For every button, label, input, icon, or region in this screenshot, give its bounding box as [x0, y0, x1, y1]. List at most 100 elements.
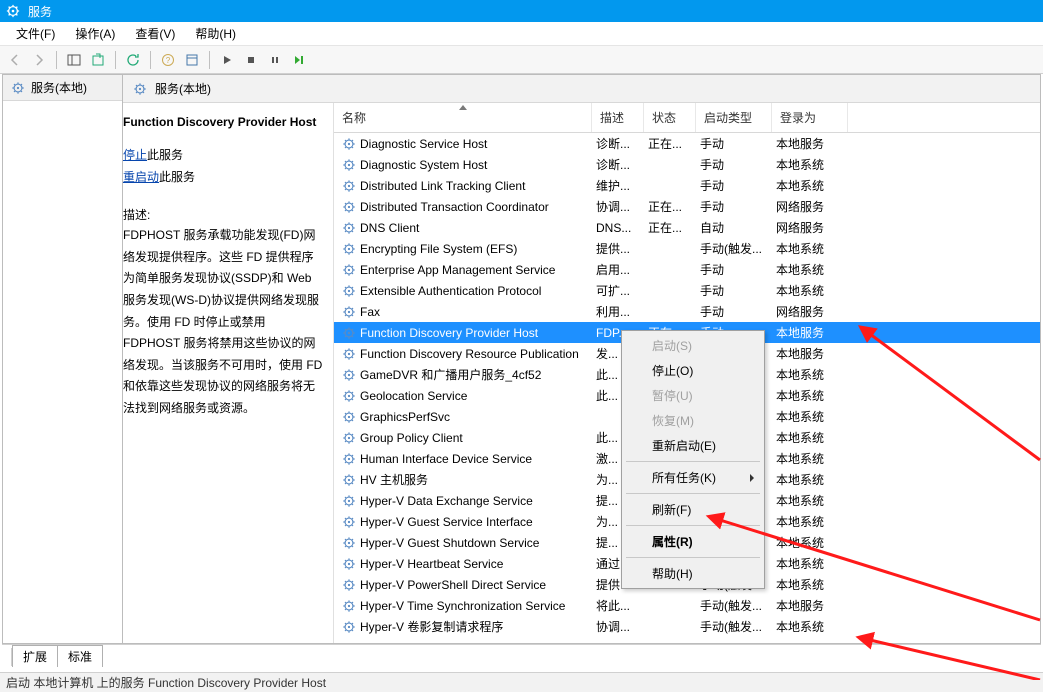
service-logon: 本地系统 [772, 576, 848, 593]
service-logon: 网络服务 [772, 198, 848, 215]
service-name: Hyper-V Time Synchronization Service [360, 599, 565, 613]
gear-icon [11, 81, 25, 95]
service-row[interactable]: Diagnostic System Host诊断...手动本地系统 [334, 154, 1040, 175]
menu-item[interactable]: 所有任务(K) [624, 465, 762, 490]
service-logon: 本地系统 [772, 387, 848, 404]
gear-icon [342, 578, 356, 592]
gear-icon [342, 263, 356, 277]
col-desc[interactable]: 描述 [592, 103, 644, 132]
service-startup: 手动(触发... [696, 597, 772, 614]
menu-item[interactable]: 刷新(F) [624, 497, 762, 522]
menu-item[interactable]: 帮助(H) [624, 561, 762, 586]
service-logon: 本地服务 [772, 597, 848, 614]
service-logon: 本地系统 [772, 450, 848, 467]
export-button[interactable] [87, 49, 109, 71]
col-startup[interactable]: 启动类型 [696, 103, 772, 132]
menu-item: 启动(S) [624, 333, 762, 358]
properties-button[interactable] [181, 49, 203, 71]
services-icon [6, 4, 20, 18]
gear-icon [342, 515, 356, 529]
statusbar-text: 启动 本地计算机 上的服务 Function Discovery Provide… [6, 674, 326, 691]
service-name: Hyper-V Heartbeat Service [360, 557, 503, 571]
gear-icon [342, 137, 356, 151]
service-row[interactable]: DNS ClientDNS...正在...自动网络服务 [334, 217, 1040, 238]
tree-pane: 服务(本地) [3, 75, 123, 643]
service-row[interactable]: Fax利用...手动网络服务 [334, 301, 1040, 322]
gear-icon [342, 368, 356, 382]
back-button[interactable] [4, 49, 26, 71]
content-pane: 服务(本地) Function Discovery Provider Host … [123, 75, 1040, 643]
show-hide-tree-button[interactable] [63, 49, 85, 71]
service-logon: 本地系统 [772, 240, 848, 257]
service-logon: 本地系统 [772, 471, 848, 488]
restart-link[interactable]: 重启动 [123, 170, 159, 184]
col-logon[interactable]: 登录为 [772, 103, 848, 132]
col-status[interactable]: 状态 [644, 103, 696, 132]
gear-icon [342, 536, 356, 550]
service-row[interactable]: Distributed Transaction Coordinator 协调...… [334, 196, 1040, 217]
service-logon: 本地系统 [772, 156, 848, 173]
service-status: 正在... [644, 198, 696, 215]
forward-button[interactable] [28, 49, 50, 71]
pause-service-button[interactable] [264, 49, 286, 71]
service-desc: 可扩... [592, 282, 644, 299]
bottom-tabs: 扩展 标准 [2, 644, 1041, 666]
service-name: Diagnostic Service Host [360, 137, 487, 151]
help-button[interactable]: ? [157, 49, 179, 71]
menu-separator [626, 493, 760, 494]
service-logon: 本地系统 [772, 429, 848, 446]
service-row[interactable]: Diagnostic Service Host诊断...正在...手动本地服务 [334, 133, 1040, 154]
menu-separator [626, 461, 760, 462]
refresh-button[interactable] [122, 49, 144, 71]
menu-help[interactable]: 帮助(H) [185, 22, 246, 45]
service-logon: 本地系统 [772, 534, 848, 551]
service-logon: 本地服务 [772, 324, 848, 341]
detail-title: Function Discovery Provider Host [123, 113, 323, 131]
service-startup: 自动 [696, 219, 772, 236]
menu-view[interactable]: 查看(V) [125, 22, 185, 45]
tab-standard[interactable]: 标准 [58, 645, 103, 667]
col-name[interactable]: 名称 [334, 103, 592, 132]
tab-extended[interactable]: 扩展 [12, 645, 58, 667]
service-row[interactable]: Distributed Link Tracking Client维护...手动本… [334, 175, 1040, 196]
tree-node-services-local[interactable]: 服务(本地) [3, 75, 122, 101]
service-startup: 手动 [696, 177, 772, 194]
service-row[interactable]: Extensible Authentication Protocol可扩...手… [334, 280, 1040, 301]
service-status: 正在... [644, 135, 696, 152]
service-logon: 本地系统 [772, 282, 848, 299]
gear-icon [342, 599, 356, 613]
stop-link[interactable]: 停止 [123, 148, 147, 162]
window-title: 服务 [28, 3, 52, 20]
menu-action[interactable]: 操作(A) [65, 22, 125, 45]
service-row[interactable]: Enterprise App Management Service启用...手动… [334, 259, 1040, 280]
service-row[interactable]: Hyper-V Time Synchronization Service将此..… [334, 595, 1040, 616]
service-logon: 本地系统 [772, 513, 848, 530]
content-header-title: 服务(本地) [155, 80, 211, 97]
service-name: Distributed Transaction Coordinator [360, 200, 549, 214]
start-service-button[interactable] [216, 49, 238, 71]
menu-item[interactable]: 重新启动(E) [624, 433, 762, 458]
service-desc: 协调... [592, 198, 644, 215]
stop-service-button[interactable] [240, 49, 262, 71]
gear-icon [342, 158, 356, 172]
menu-file[interactable]: 文件(F) [6, 22, 65, 45]
service-desc: 利用... [592, 303, 644, 320]
menu-item[interactable]: 停止(O) [624, 358, 762, 383]
menu-item[interactable]: 属性(R) [624, 529, 762, 554]
gear-icon [342, 200, 356, 214]
restart-service-button[interactable] [288, 49, 310, 71]
service-logon: 本地系统 [772, 555, 848, 572]
detail-desc-label: 描述: [123, 206, 323, 223]
main-area: 服务(本地) 服务(本地) Function Discovery Provide… [2, 74, 1041, 644]
service-startup: 手动(触发... [696, 240, 772, 257]
menu-item: 暂停(U) [624, 383, 762, 408]
menu-separator [626, 557, 760, 558]
service-row[interactable]: Encrypting File System (EFS)提供...手动(触发..… [334, 238, 1040, 259]
restart-suffix: 此服务 [159, 170, 195, 184]
service-name: Function Discovery Provider Host [360, 326, 538, 340]
detail-desc: FDPHOST 服务承载功能发现(FD)网络发现提供程序。这些 FD 提供程序为… [123, 225, 323, 419]
service-logon: 本地系统 [772, 492, 848, 509]
service-row[interactable]: Hyper-V 卷影复制请求程序协调...手动(触发...本地系统 [334, 616, 1040, 637]
tree-node-label: 服务(本地) [31, 79, 87, 96]
service-name: Hyper-V Data Exchange Service [360, 494, 533, 508]
